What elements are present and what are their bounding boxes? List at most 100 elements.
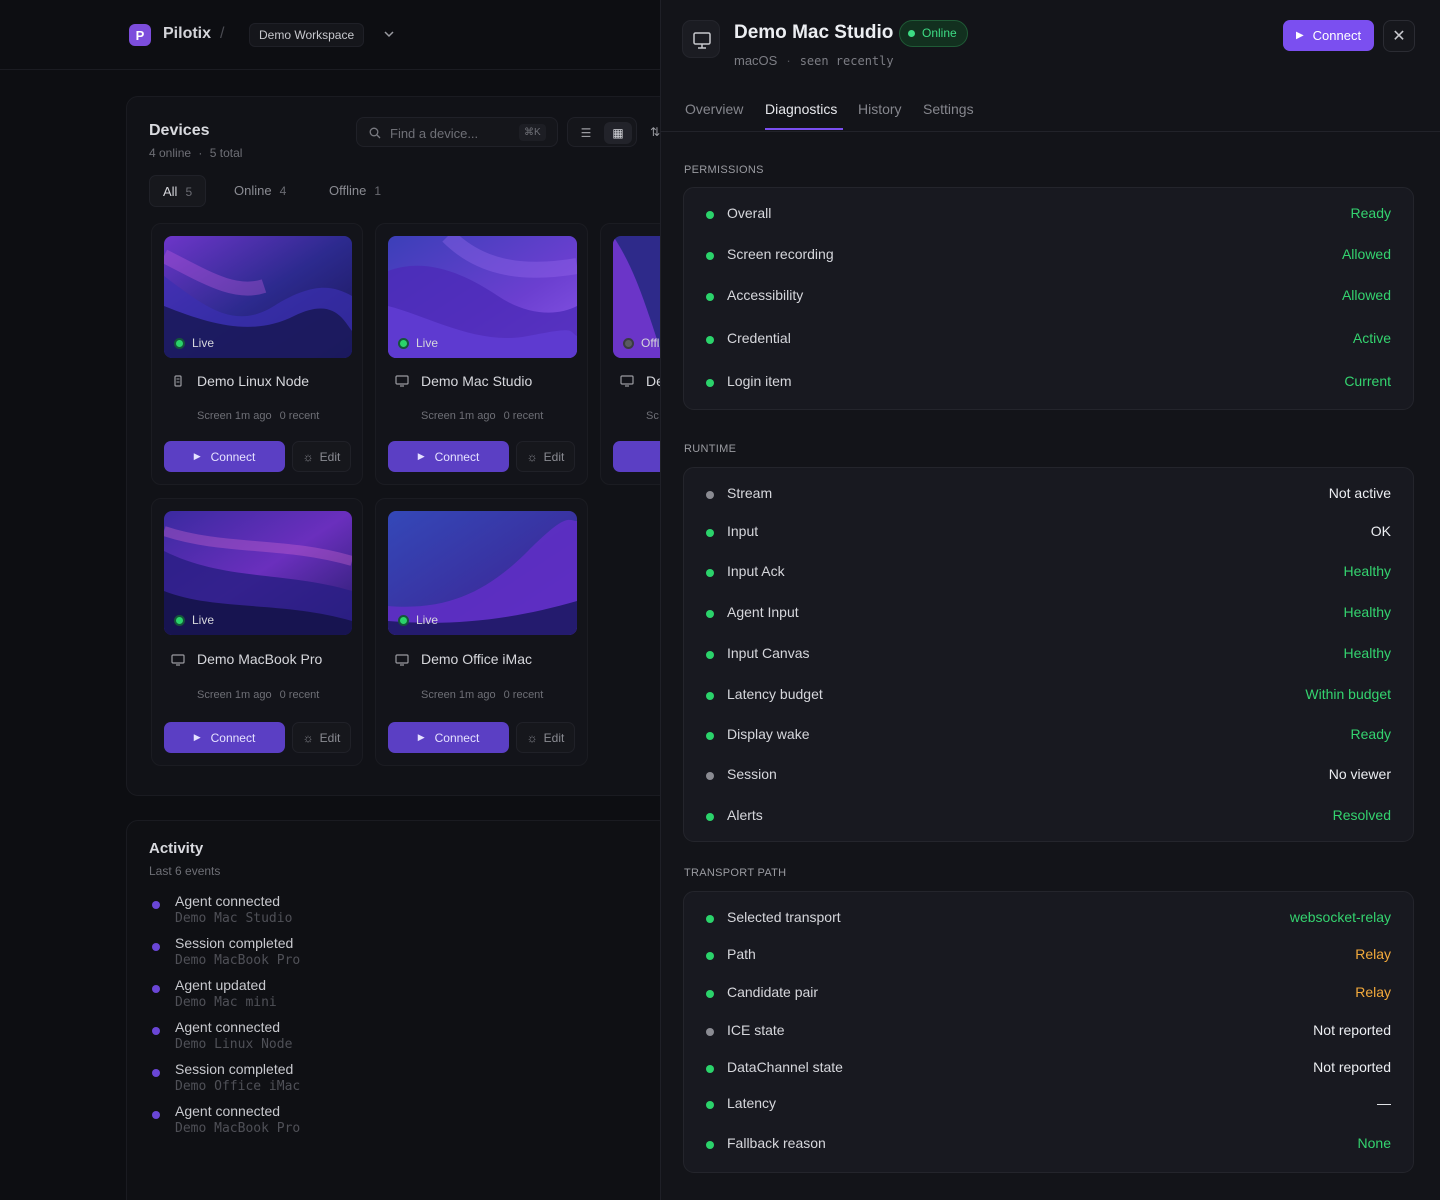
device-screen-thumbnail[interactable]: Live [388, 511, 577, 635]
device-card[interactable]: Offl De Sc ▶ [600, 223, 660, 485]
device-name[interactable]: Demo MacBook Pro [197, 651, 322, 667]
device-screen-thumbnail[interactable]: Live [164, 511, 352, 635]
section-label-transport: TRANSPORT PATH [684, 867, 787, 879]
activity-item[interactable]: Agent connected Demo Linux Node [152, 1019, 552, 1055]
connect-button[interactable]: ▶ Connect [388, 722, 509, 753]
device-card[interactable]: Live Demo Mac Studio Screen 1m ago 0 rece… [375, 223, 588, 485]
device-screen-thumbnail[interactable]: Live [388, 236, 577, 358]
total-count: 5 total [209, 146, 243, 160]
diagnostic-row: Input OK [706, 523, 1391, 545]
list-view-icon[interactable]: ☰ [572, 122, 600, 144]
edit-button[interactable]: ☼ Edit [516, 722, 575, 753]
section-label-runtime: RUNTIME [684, 443, 737, 455]
activity-item[interactable]: Agent connected Demo MacBook Pro [152, 1103, 552, 1139]
diagnostic-row: DataChannel state Not reported [706, 1059, 1391, 1081]
diagnostic-row: ICE state Not reported [706, 1022, 1391, 1044]
activity-item[interactable]: Session completed Demo Office iMac [152, 1061, 552, 1097]
filter-online[interactable]: Online 4 [221, 175, 299, 207]
status-dot [706, 569, 714, 577]
diagnostic-row: Selected transport websocket-relay [706, 909, 1391, 931]
workspace-selector[interactable]: Demo Workspace [249, 23, 365, 47]
tab-history[interactable]: History [858, 101, 902, 117]
status-dot [706, 529, 714, 537]
diagnostic-label: Display wake [727, 726, 810, 742]
event-dot [152, 1111, 160, 1119]
edit-button[interactable]: ☼ Edit [292, 722, 351, 753]
device-meta: Screen 1m ago 0 recent [197, 689, 320, 701]
event-dot [152, 1069, 160, 1077]
device-name[interactable]: Demo Office iMac [421, 651, 532, 667]
diagnostic-row: Input Ack Healthy [706, 563, 1391, 585]
status-dot [706, 1141, 714, 1149]
status-dot [706, 990, 714, 998]
device-meta: Screen 1m ago 0 recent [421, 410, 544, 422]
status-dot [706, 252, 714, 260]
grid-view-icon[interactable]: ▦ [604, 122, 632, 144]
event-dot [152, 943, 160, 951]
search-input[interactable]: Find a device... [390, 126, 478, 141]
diagnostic-value: Ready [1350, 726, 1391, 742]
device-name[interactable]: Demo Linux Node [197, 373, 309, 389]
status-dot [706, 491, 714, 499]
close-icon[interactable]: ✕ [1383, 20, 1415, 52]
diagnostic-value: Not active [1328, 485, 1391, 501]
diagnostic-value: Ready [1350, 205, 1391, 221]
diagnostic-row: Credential Active [706, 330, 1391, 352]
diagnostic-value: Relay [1355, 946, 1391, 962]
edit-button[interactable]: ☼ Edit [292, 441, 351, 472]
diagnostic-label: Accessibility [727, 287, 804, 303]
device-card[interactable]: Live Demo MacBook Pro Screen 1m ago 0 rec… [151, 498, 363, 766]
device-subtitle: macOS · seen recently [734, 53, 894, 68]
device-search[interactable]: Find a device... ⌘K [356, 117, 558, 147]
connect-button[interactable]: ▶ [613, 441, 660, 472]
device-screen-thumbnail[interactable]: Live [164, 236, 352, 358]
chevron-down-icon[interactable] [382, 27, 396, 41]
monitor-icon [394, 653, 410, 667]
diagnostic-row: Accessibility Allowed [706, 287, 1391, 309]
monitor-icon [394, 374, 410, 388]
diagnostic-value: Allowed [1341, 246, 1391, 262]
device-name[interactable]: Demo Mac Studio [421, 373, 532, 389]
device-card[interactable]: Live Demo Office iMac Screen 1m ago 0 rec… [375, 498, 588, 766]
app-brand[interactable]: Pilotix [163, 25, 211, 43]
permissions-card: Overall Ready Screen recording Allowed Acces… [683, 187, 1414, 410]
device-screen-thumbnail[interactable]: Offl [613, 236, 660, 358]
diagnostic-value: None [1357, 1135, 1391, 1151]
connect-button[interactable]: ▶ Connect [1283, 20, 1374, 51]
diagnostic-label: Overall [727, 205, 772, 221]
connect-button[interactable]: ▶ Connect [164, 722, 285, 753]
activity-item[interactable]: Agent connected Demo Mac Studio [152, 893, 552, 929]
diagnostic-value: Resolved [1332, 807, 1391, 823]
device-card[interactable]: Live Demo Linux Node Screen 1m ago 0 rece… [151, 223, 363, 485]
diagnostic-row: Path Relay [706, 946, 1391, 968]
device-name[interactable]: De [646, 373, 660, 389]
activity-item[interactable]: Agent updated Demo Mac mini [152, 977, 552, 1013]
diagnostic-value: Healthy [1343, 563, 1391, 579]
diagnostic-label: Input [727, 523, 759, 539]
tab-overview[interactable]: Overview [685, 101, 743, 117]
connect-button[interactable]: ▶ Connect [388, 441, 509, 472]
more-view-icon[interactable]: ⇅ [645, 121, 660, 143]
filter-all[interactable]: All 5 [149, 175, 207, 207]
connect-button[interactable]: ▶ Connect [164, 441, 285, 472]
diagnostic-value: No viewer [1328, 766, 1391, 782]
monitor-icon [682, 20, 720, 58]
edit-button[interactable]: ☼ Edit [516, 441, 575, 472]
app-logo[interactable]: P [129, 24, 151, 46]
diagnostic-row: Overall Ready [706, 205, 1391, 227]
view-toggle[interactable]: ☰ ▦ [567, 117, 637, 147]
diagnostic-value: Healthy [1343, 645, 1391, 661]
tab-settings[interactable]: Settings [923, 101, 974, 117]
diagnostic-label: DataChannel state [727, 1059, 843, 1075]
filter-offline[interactable]: Offline 1 [316, 175, 394, 207]
diagnostic-value: — [1377, 1095, 1391, 1111]
section-label-permissions: PERMISSIONS [684, 164, 764, 176]
diagnostic-value: Relay [1355, 984, 1391, 1000]
status-badge: Online [899, 20, 968, 47]
diagnostic-label: Session [727, 766, 777, 782]
activity-item[interactable]: Session completed Demo MacBook Pro [152, 935, 552, 971]
monitor-icon [619, 374, 635, 388]
tab-diagnostics[interactable]: Diagnostics [765, 101, 837, 117]
status-dot [706, 1028, 714, 1036]
diagnostic-value: Not reported [1313, 1059, 1391, 1075]
